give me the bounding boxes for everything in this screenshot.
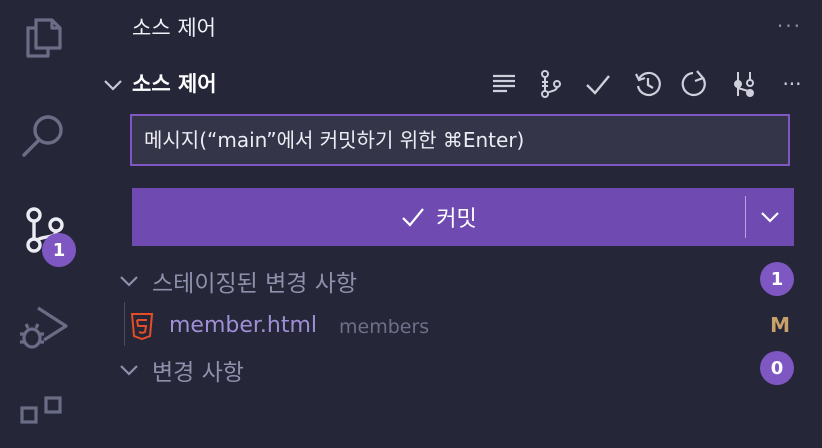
- staged-count-badge: 1: [760, 262, 794, 296]
- staged-changes-group[interactable]: 스테이징된 변경 사항 1: [96, 262, 822, 298]
- indent-guide: [124, 302, 125, 346]
- commit-button-main[interactable]: 커밋: [132, 188, 745, 246]
- view-more-icon[interactable]: ···: [777, 14, 802, 38]
- changes-count-badge: 0: [760, 351, 794, 385]
- changes-group[interactable]: 변경 사항 0: [96, 351, 822, 387]
- activity-bar: 1: [0, 0, 96, 424]
- changes-label: 변경 사항: [152, 360, 244, 386]
- source-control-panel: 소스 제어 ··· 소스 제어 ··· 메시지(“main”에서 커밋하기 위한…: [96, 0, 822, 418]
- files-icon[interactable]: [18, 10, 70, 62]
- chevron-down-icon: [761, 212, 779, 223]
- source-control-badge: 1: [42, 233, 76, 267]
- run-debug-icon[interactable]: [18, 300, 70, 352]
- commit-button-label: 커밋: [436, 207, 477, 232]
- file-status-modified: M: [770, 313, 790, 337]
- commit-message-input[interactable]: [130, 114, 790, 166]
- file-row-member-html[interactable]: member.html members M: [96, 302, 822, 346]
- commit-button[interactable]: 커밋: [132, 188, 794, 246]
- view-as-tree-icon[interactable]: [488, 66, 520, 102]
- commit-dropdown-button[interactable]: [746, 188, 794, 246]
- view-title: 소스 제어: [132, 16, 216, 40]
- chevron-down-icon[interactable]: [102, 74, 124, 96]
- check-icon: [402, 208, 425, 227]
- history-icon[interactable]: [632, 66, 664, 102]
- chevron-down-icon[interactable]: [118, 359, 140, 381]
- extensions-icon[interactable]: [18, 392, 70, 444]
- staged-changes-label: 스테이징된 변경 사항: [152, 271, 358, 297]
- file-name: member.html: [169, 313, 318, 338]
- source-control-section-header[interactable]: 소스 제어 ···: [96, 66, 822, 102]
- html5-file-icon: [130, 313, 154, 340]
- more-icon[interactable]: ···: [776, 66, 808, 102]
- chevron-down-icon[interactable]: [118, 270, 140, 292]
- commit-check-icon[interactable]: [582, 66, 614, 102]
- refresh-icon[interactable]: [679, 66, 711, 102]
- file-directory: members: [339, 316, 430, 338]
- section-title: 소스 제어: [132, 72, 217, 96]
- search-icon[interactable]: [18, 110, 70, 162]
- branch-graph-icon[interactable]: [534, 66, 566, 102]
- source-control-graph-icon[interactable]: [728, 66, 760, 102]
